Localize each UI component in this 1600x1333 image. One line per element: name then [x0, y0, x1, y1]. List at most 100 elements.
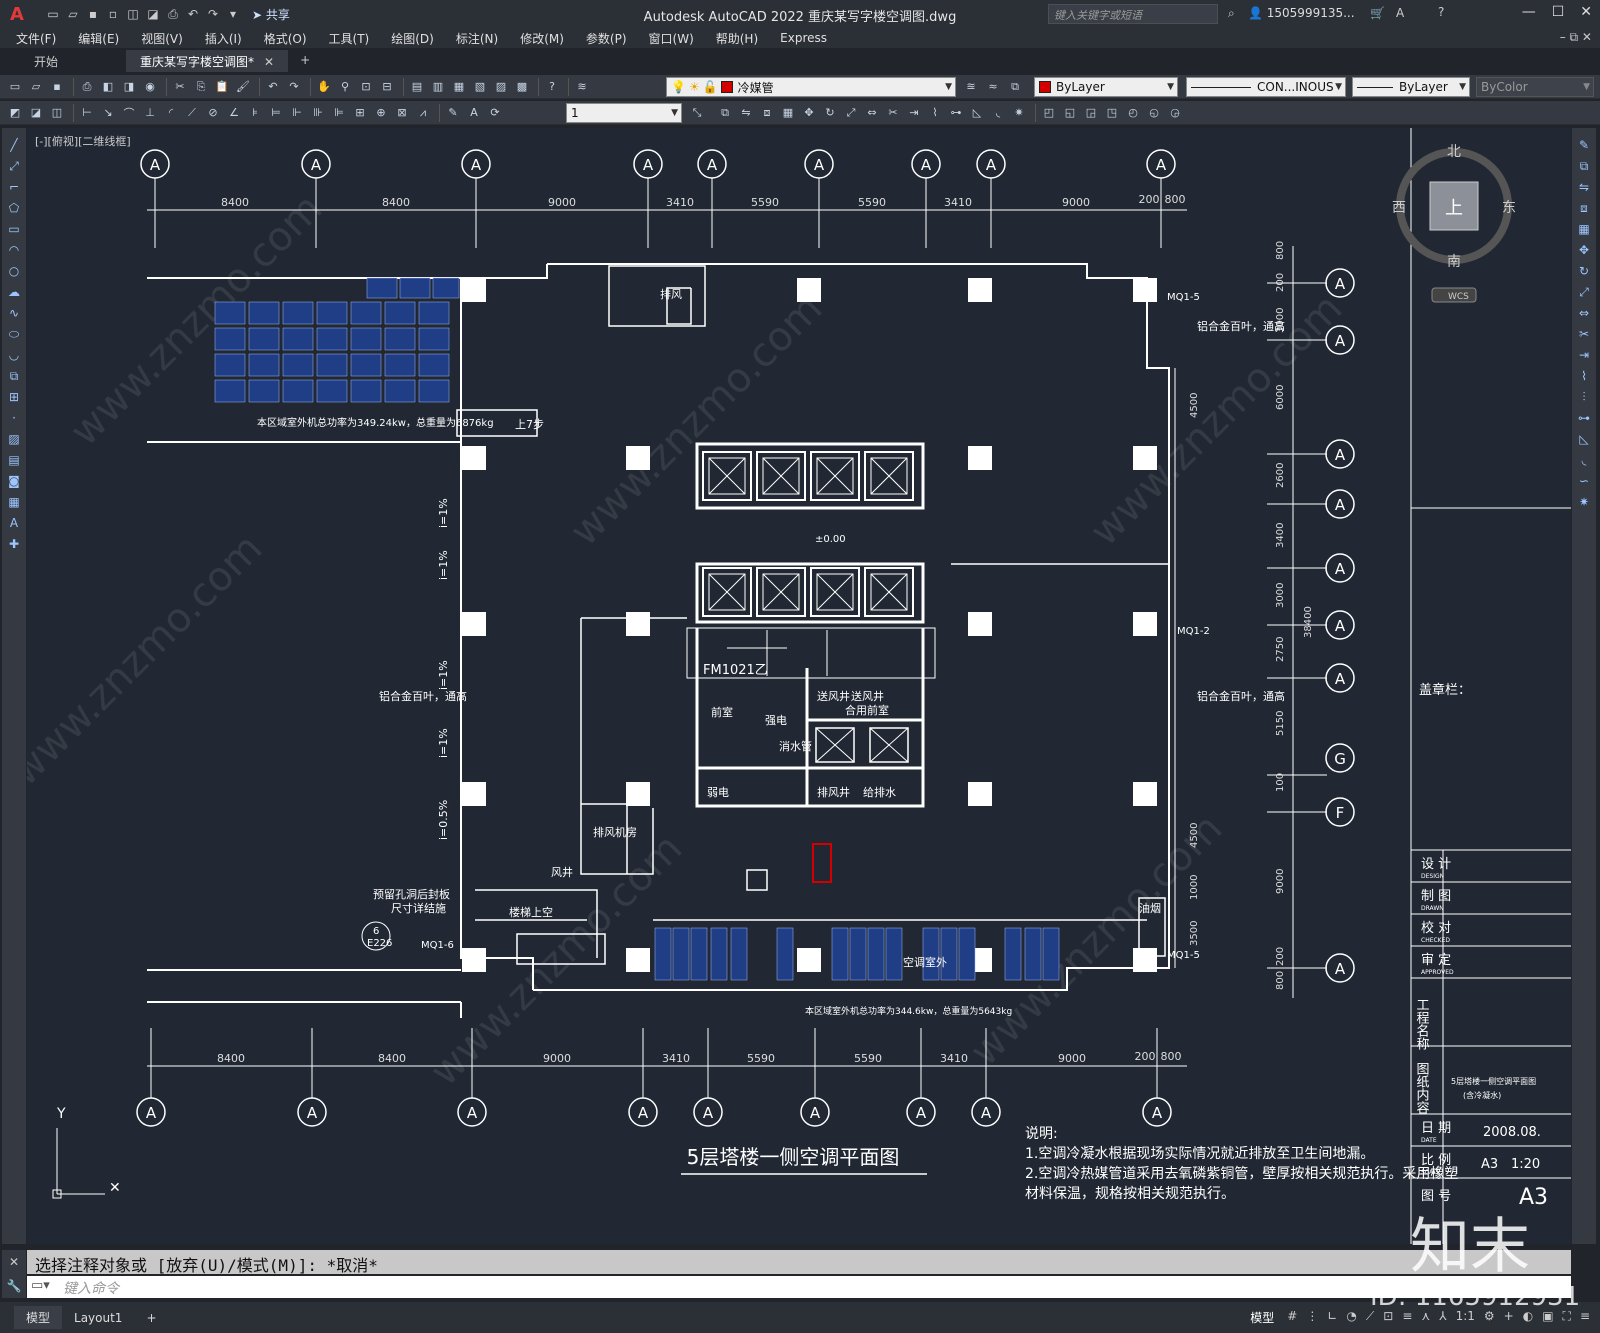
- new-icon[interactable]: ▭: [44, 5, 62, 23]
- drawing-canvas[interactable]: www.znzmo.com www.znzmo.com www.znzmo.co…: [27, 128, 1571, 1244]
- menu-draw[interactable]: 绘图(D): [391, 30, 434, 47]
- polar-icon[interactable]: ◔: [1346, 1309, 1356, 1326]
- a360-icon[interactable]: A: [1396, 6, 1404, 20]
- zoom-window-icon[interactable]: ⊡: [357, 78, 375, 96]
- pan-icon[interactable]: ✋: [315, 78, 333, 96]
- trim-icon[interactable]: ✂: [884, 104, 902, 122]
- break-point-icon[interactable]: ⌇: [1575, 367, 1593, 385]
- make-current-icon[interactable]: ≊: [962, 78, 980, 96]
- command-input[interactable]: 键入命令: [27, 1276, 1571, 1298]
- menu-insert[interactable]: 插入(I): [205, 30, 242, 47]
- layer-match-icon[interactable]: ◩: [6, 104, 24, 122]
- ellipse-arc-icon[interactable]: ◡: [5, 346, 23, 364]
- mirror-icon[interactable]: ⇋: [737, 104, 755, 122]
- dim-style-icon[interactable]: ⤡: [688, 104, 706, 122]
- save-icon[interactable]: ▪: [84, 5, 102, 23]
- zoom-previous-icon[interactable]: ⊟: [378, 78, 396, 96]
- dim-text-edit-icon[interactable]: A: [465, 104, 483, 122]
- join-icon[interactable]: ⊶: [1575, 409, 1593, 427]
- menu-window[interactable]: 窗口(W): [649, 30, 694, 47]
- match-icon[interactable]: 🖌: [234, 78, 252, 96]
- menu-dimension[interactable]: 标注(N): [456, 30, 498, 47]
- dim-linear-icon[interactable]: ⊢: [78, 104, 96, 122]
- arc-icon[interactable]: ◠: [5, 241, 23, 259]
- line-icon[interactable]: ╱: [5, 136, 23, 154]
- save-icon[interactable]: ▪: [48, 78, 66, 96]
- construction-line-icon[interactable]: ⤢: [5, 157, 23, 175]
- help-icon[interactable]: ?: [1438, 5, 1444, 19]
- group-icon[interactable]: ◱: [1061, 104, 1079, 122]
- search-input[interactable]: 键入关键字或短语: [1048, 4, 1218, 24]
- menu-format[interactable]: 格式(O): [264, 30, 307, 47]
- add-layout-button[interactable]: +: [134, 1308, 168, 1328]
- revcloud-icon[interactable]: ☁: [5, 283, 23, 301]
- circle-icon[interactable]: ○: [5, 262, 23, 280]
- rotate-icon[interactable]: ↻: [1575, 262, 1593, 280]
- calculator-icon[interactable]: ▩: [513, 78, 531, 96]
- dim-baseline-icon[interactable]: ⊨: [267, 104, 285, 122]
- tab-layout1[interactable]: Layout1: [62, 1308, 134, 1328]
- plot-icon[interactable]: ⎙: [78, 78, 96, 96]
- tab-drawing[interactable]: 重庆某写字楼空调图* ✕: [126, 50, 289, 72]
- share-button[interactable]: ➤ 共享: [252, 6, 290, 23]
- layer-dropdown[interactable]: 💡 ☀ 🔓 冷媒管 ▼: [666, 77, 956, 97]
- ungroup-icon[interactable]: ◲: [1082, 104, 1100, 122]
- attribute-icon[interactable]: ◵: [1145, 104, 1163, 122]
- open-web-icon[interactable]: ◫: [124, 5, 142, 23]
- maximize-icon[interactable]: ☐: [1552, 4, 1565, 20]
- command-prompt-icon[interactable]: ▭▾: [31, 1278, 50, 1293]
- customize-icon[interactable]: ▾: [224, 5, 242, 23]
- copy-object-icon[interactable]: ⧉: [716, 104, 734, 122]
- user-account[interactable]: 👤 1505999135...: [1248, 6, 1355, 20]
- stretch-icon[interactable]: ⇔: [1575, 304, 1593, 322]
- snap-icon[interactable]: ⋮: [1306, 1309, 1318, 1326]
- 3d-print-icon[interactable]: ◉: [141, 78, 159, 96]
- polygon-icon[interactable]: ⬠: [5, 199, 23, 217]
- chamfer-icon[interactable]: ◺: [968, 104, 986, 122]
- undo-icon[interactable]: ↶: [264, 78, 282, 96]
- new-icon[interactable]: ▭: [6, 78, 24, 96]
- dim-ordinate-icon[interactable]: ⊥: [141, 104, 159, 122]
- dim-update-icon[interactable]: ⟳: [486, 104, 504, 122]
- menu-modify[interactable]: 修改(M): [520, 30, 564, 47]
- mtext-icon[interactable]: A: [5, 514, 23, 532]
- tolerance-icon[interactable]: ⊞: [351, 104, 369, 122]
- menu-express[interactable]: Express: [780, 31, 827, 45]
- purge-icon[interactable]: ◶: [1166, 104, 1184, 122]
- viewport-controls[interactable]: [-][俯视][二维线框]: [35, 133, 131, 149]
- dim-radius-icon[interactable]: ◜: [162, 104, 180, 122]
- undo-icon[interactable]: ↶: [184, 5, 202, 23]
- explode-icon[interactable]: ✷: [1010, 104, 1028, 122]
- preview-icon[interactable]: ◧: [99, 78, 117, 96]
- layer-states-icon[interactable]: ⧉: [1006, 78, 1024, 96]
- offset-icon[interactable]: ⧈: [758, 104, 776, 122]
- quick-dim-icon[interactable]: ⊧: [246, 104, 264, 122]
- join-icon[interactable]: ⊶: [947, 104, 965, 122]
- dim-break-icon[interactable]: ⊫: [330, 104, 348, 122]
- redo-icon[interactable]: ↷: [204, 5, 222, 23]
- publish-icon[interactable]: ◨: [120, 78, 138, 96]
- layer-properties-icon[interactable]: ≋: [573, 78, 591, 96]
- customize-icon[interactable]: ≡: [1580, 1309, 1590, 1326]
- hatch-edit-icon[interactable]: ◳: [1103, 104, 1121, 122]
- dimscale-dropdown[interactable]: 1 ▼: [566, 103, 682, 123]
- lineweight-dropdown[interactable]: ByLayer ▼: [1352, 77, 1470, 97]
- minimize-icon[interactable]: —: [1522, 4, 1536, 20]
- layer-previous-icon[interactable]: ≈: [984, 78, 1002, 96]
- scale-icon[interactable]: ⤢: [842, 104, 860, 122]
- save-web-icon[interactable]: ◪: [144, 5, 162, 23]
- scale-icon[interactable]: ⤢: [1575, 283, 1593, 301]
- dim-aligned-icon[interactable]: ↘: [99, 104, 117, 122]
- tab-start[interactable]: 开始: [20, 50, 72, 72]
- explode-icon[interactable]: ✷: [1575, 493, 1593, 511]
- jogged-linear-icon[interactable]: ⩘: [414, 104, 432, 122]
- new-tab-button[interactable]: +: [290, 50, 320, 72]
- break-icon[interactable]: ⫶: [1575, 388, 1593, 406]
- menu-file[interactable]: 文件(F): [16, 30, 56, 47]
- menu-tools[interactable]: 工具(T): [329, 30, 370, 47]
- help-icon[interactable]: ?: [543, 78, 561, 96]
- chamfer-icon[interactable]: ◺: [1575, 430, 1593, 448]
- extend-icon[interactable]: ⇥: [905, 104, 923, 122]
- redo-icon[interactable]: ↷: [285, 78, 303, 96]
- menu-edit[interactable]: 编辑(E): [78, 30, 119, 47]
